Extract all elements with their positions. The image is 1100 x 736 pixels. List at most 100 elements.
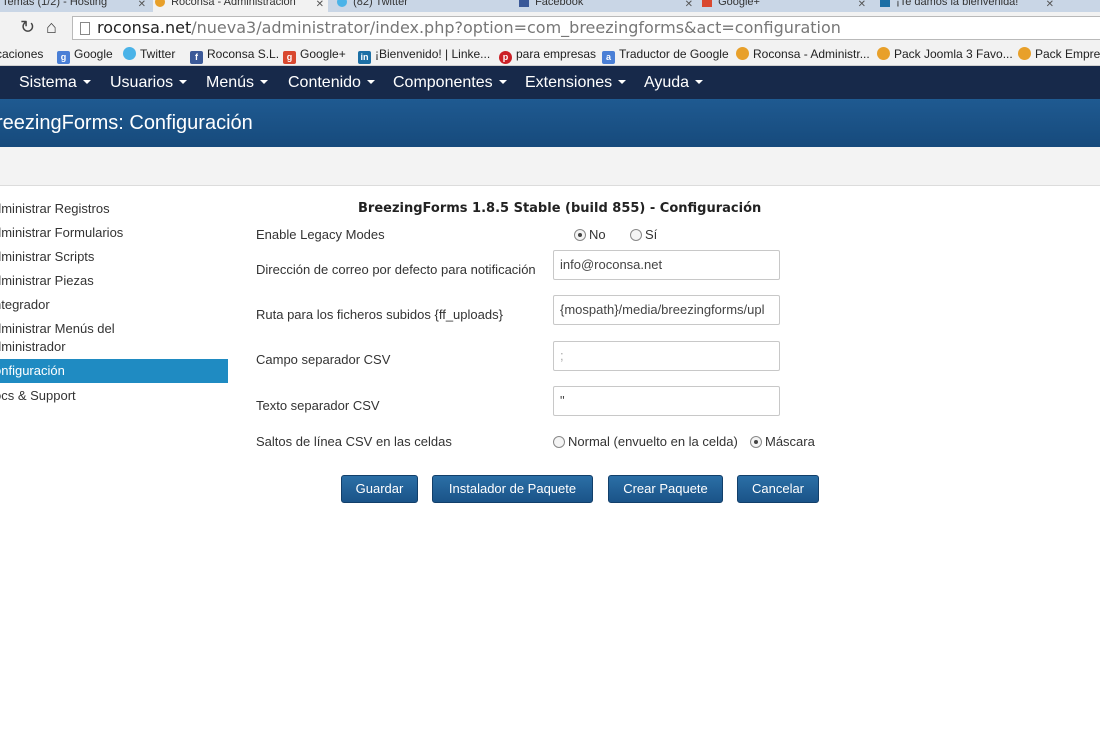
linkedin-icon: [880, 0, 890, 8]
pinterest-icon: p: [499, 51, 512, 64]
bookmark-label: Pack Joomla 3 Favo...: [894, 47, 1013, 61]
toolbar-area: [0, 147, 1100, 186]
menu-contenido[interactable]: Contenido: [288, 74, 375, 92]
url-input[interactable]: roconsa.net/nueva3/administrator/index.p…: [72, 16, 1100, 40]
radio-label: No: [589, 227, 606, 242]
sidebar-item-registros[interactable]: dministrar Registros: [0, 200, 228, 218]
bookmark-pack-joomla[interactable]: Pack Joomla 3 Favo...: [877, 46, 1013, 62]
csv-linebreaks-label: Saltos de línea CSV en las celdas: [256, 434, 452, 449]
menu-label: Contenido: [288, 74, 361, 91]
legacy-radio-no[interactable]: No: [574, 227, 606, 242]
radio-unchecked-icon[interactable]: [553, 436, 565, 448]
sidebar-item-piezas[interactable]: dministrar Piezas: [0, 272, 228, 290]
twitter-icon: [123, 47, 136, 60]
create-package-button[interactable]: Crear Paquete: [608, 475, 723, 503]
tab-google-plus[interactable]: Google+ ✕: [700, 0, 870, 12]
google-icon: g: [57, 51, 70, 64]
linebreaks-radio-mascara[interactable]: Máscara: [750, 434, 815, 449]
bookmark-linkedin[interactable]: in ¡Bienvenido! | Linke...: [358, 46, 490, 64]
bookmark-translate[interactable]: a Traductor de Google: [602, 46, 729, 64]
page-header: reezingForms: Configuración: [0, 99, 1100, 147]
radio-checked-icon[interactable]: [574, 229, 586, 241]
bookmark-pack-empresas[interactable]: Pack Empres: [1018, 46, 1100, 62]
menu-sistema[interactable]: Sistema: [19, 74, 91, 92]
page-title: reezingForms: Configuración: [0, 112, 253, 134]
close-tab-icon[interactable]: ✕: [316, 0, 324, 10]
tab-facebook[interactable]: Facebook ✕: [517, 0, 697, 12]
sidebar-item-menus[interactable]: dministrar Menús del dministrador: [0, 320, 228, 356]
email-field[interactable]: info@roconsa.net: [553, 250, 780, 280]
bookmark-roconsa-facebook[interactable]: f Roconsa S.L.: [190, 46, 279, 64]
sidebar-item-support[interactable]: ocs & Support: [0, 387, 228, 405]
sidebar-item-integrador[interactable]: ntegrador: [0, 296, 228, 314]
translate-icon: a: [602, 51, 615, 64]
menu-label: Componentes: [393, 74, 493, 91]
legacy-radio-si[interactable]: Sí: [630, 227, 657, 242]
bookmark-label: Twitter: [140, 47, 176, 61]
bookmark-label: ¡Bienvenido! | Linke...: [375, 47, 491, 61]
menu-label: Usuarios: [110, 74, 174, 91]
bookmark-apps[interactable]: caciones: [0, 46, 43, 62]
bookmark-label: Pack Empres: [1035, 47, 1100, 61]
close-tab-icon[interactable]: ✕: [685, 0, 693, 10]
url-path: /nueva3/administrator/index.php?option=c…: [191, 18, 841, 37]
caret-down-icon: [498, 80, 507, 84]
menu-usuarios[interactable]: Usuarios: [110, 74, 188, 92]
home-icon[interactable]: ⌂: [46, 18, 57, 36]
tab-label: (82) Twitter: [353, 0, 408, 8]
sidebar-item-label: onfiguración: [0, 363, 65, 378]
reload-icon[interactable]: ↻: [20, 18, 35, 36]
sidebar-item-configuracion[interactable]: onfiguración: [0, 359, 228, 383]
facebook-icon: [519, 0, 529, 8]
bookmark-pinterest[interactable]: p para empresas: [499, 46, 596, 64]
close-tab-icon[interactable]: ✕: [1046, 0, 1054, 10]
bookmarks-bar: caciones g Google Twitter f Roconsa S.L. g…: [0, 42, 1100, 66]
close-tab-icon[interactable]: ✕: [138, 0, 146, 10]
caret-down-icon: [695, 80, 704, 84]
legacy-label: Enable Legacy Modes: [256, 227, 385, 242]
tab-label: ¡Te damos la bienvenida!: [896, 0, 1019, 8]
bookmark-roconsa-admin[interactable]: Roconsa - Administr...: [736, 46, 870, 62]
menu-menus[interactable]: Menús: [206, 74, 269, 92]
bookmark-twitter[interactable]: Twitter: [123, 46, 175, 62]
sidebar-item-label: dministrar Menús del: [0, 321, 115, 336]
tab-label: Google+: [718, 0, 760, 8]
sidebar-item-formularios[interactable]: dministrar Formularios: [0, 224, 228, 242]
menu-extensiones[interactable]: Extensiones: [525, 74, 627, 92]
bookmark-google[interactable]: g Google: [57, 46, 113, 64]
close-tab-icon[interactable]: ✕: [858, 0, 866, 10]
tab-hosting[interactable]: Temas (1/2) - Hosting ✕: [0, 0, 150, 12]
tab-twitter[interactable]: (82) Twitter: [335, 0, 510, 12]
radio-label: Normal (envuelto en la celda): [568, 434, 738, 449]
bookmark-google-plus[interactable]: g Google+: [283, 46, 346, 64]
bookmark-label: Google+: [300, 47, 346, 61]
bookmark-label: para empresas: [516, 47, 597, 61]
bookmark-label: Traductor de Google: [619, 47, 729, 61]
page-icon: [80, 22, 90, 35]
google-plus-icon: [702, 0, 712, 8]
uploads-path-field[interactable]: {mospath}/media/breezingforms/upl: [553, 295, 780, 325]
linebreaks-radio-normal[interactable]: Normal (envuelto en la celda): [553, 434, 738, 449]
caret-down-icon: [366, 80, 375, 84]
menu-ayuda[interactable]: Ayuda: [644, 74, 704, 92]
joomla-icon: [1018, 47, 1031, 60]
sidebar-item-scripts[interactable]: dministrar Scripts: [0, 248, 228, 266]
sidebar-item-label: ntegrador: [0, 297, 50, 312]
radio-unchecked-icon[interactable]: [630, 229, 642, 241]
browser-tab-strip: Temas (1/2) - Hosting ✕ Roconsa - Admini…: [0, 0, 1100, 12]
facebook-icon: f: [190, 51, 203, 64]
csv-text-separator-input[interactable]: ": [553, 386, 780, 416]
tab-roconsa-admin[interactable]: Roconsa - Administración ✕: [153, 0, 328, 12]
caret-down-icon: [260, 80, 269, 84]
linkedin-icon: in: [358, 51, 371, 64]
cancel-button[interactable]: Cancelar: [737, 475, 819, 503]
save-button[interactable]: Guardar: [341, 475, 418, 503]
menu-componentes[interactable]: Componentes: [393, 74, 507, 92]
package-installer-button[interactable]: Instalador de Paquete: [432, 475, 593, 503]
menu-label: Extensiones: [525, 74, 613, 91]
radio-checked-icon[interactable]: [750, 436, 762, 448]
uploads-label: Ruta para los ficheros subidos {ff_uploa…: [256, 307, 503, 322]
tab-linkedin[interactable]: ¡Te damos la bienvenida! ✕: [878, 0, 1058, 12]
admin-navbar: Sistema Usuarios Menús Contenido Compone…: [0, 66, 1100, 99]
csv-field-separator-input[interactable]: ;: [553, 341, 780, 371]
